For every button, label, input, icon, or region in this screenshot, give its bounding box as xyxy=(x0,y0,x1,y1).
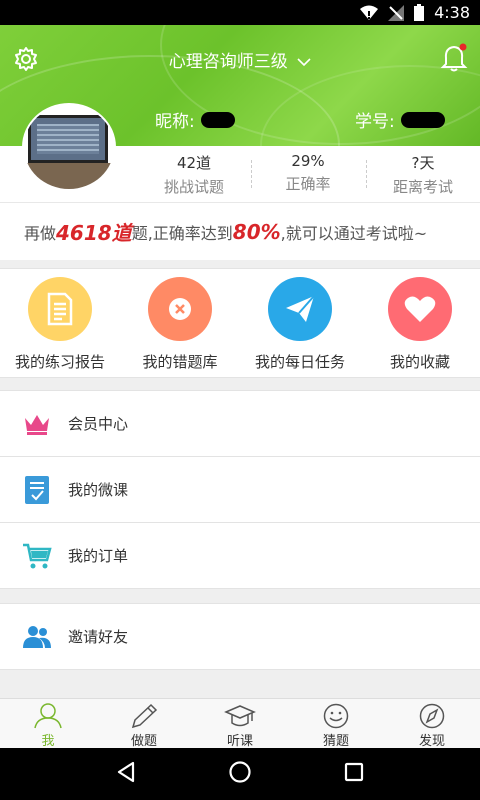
nickname-label: 昵称: xyxy=(155,112,195,132)
battery-icon xyxy=(414,4,425,21)
stat-value: 42道 xyxy=(176,154,212,172)
compass-icon xyxy=(384,703,480,729)
recents-icon[interactable] xyxy=(344,762,364,786)
tab-label: 听课 xyxy=(226,734,253,749)
crown-icon xyxy=(22,409,52,439)
student-id-redacted xyxy=(400,111,445,128)
bottom-tab-bar: 我 做题 听课 猜题 发现 xyxy=(0,698,480,749)
quick-actions: 我的练习报告 我的错题库 我的每日任务 我的收藏 xyxy=(0,268,480,378)
quick-action-label: 我的收藏 xyxy=(389,353,450,371)
course-selector[interactable]: 心理咨询师三级 xyxy=(0,47,480,72)
tab-label: 做题 xyxy=(130,734,157,749)
smile-icon xyxy=(288,703,384,729)
daily-task-button[interactable]: 我的每日任务 xyxy=(240,277,360,372)
status-time: 4:38 xyxy=(434,3,470,22)
wrong-icon xyxy=(148,277,212,341)
tab-label: 猜题 xyxy=(322,734,349,749)
goal-count: 4618道 xyxy=(56,221,132,245)
stat-value: 29% xyxy=(291,152,325,170)
quick-action-label: 我的练习报告 xyxy=(14,353,105,371)
wifi-icon xyxy=(360,5,379,21)
favorites-button[interactable]: 我的收藏 xyxy=(360,277,480,372)
menu-item-orders[interactable]: 我的订单 xyxy=(0,523,480,589)
wrong-questions-button[interactable]: 我的错题库 xyxy=(120,277,240,372)
practice-report-button[interactable]: 我的练习报告 xyxy=(0,277,120,372)
tab-guess[interactable]: 猜题 xyxy=(288,699,384,749)
nickname-redacted xyxy=(200,111,235,128)
tab-label: 我 xyxy=(41,734,55,749)
menu-item-invite-friends[interactable]: 邀请好友 xyxy=(0,604,480,670)
tab-practice[interactable]: 做题 xyxy=(96,699,192,749)
menu-label: 我的订单 xyxy=(68,547,129,565)
stat-label: 挑战试题 xyxy=(163,178,224,196)
back-icon[interactable] xyxy=(116,761,136,787)
student-id: 学号: xyxy=(355,107,445,132)
notification-bell-icon[interactable] xyxy=(440,43,468,73)
goal-middle: 题,正确率达到 xyxy=(131,223,233,243)
menu-label: 会员中心 xyxy=(68,415,129,433)
menu-group-main: 会员中心 我的微课 我的订单 xyxy=(0,390,480,589)
course-title: 心理咨询师三级 xyxy=(168,52,288,72)
person-icon xyxy=(0,703,96,729)
stat-value: ?天 xyxy=(411,154,435,172)
graduation-cap-icon xyxy=(192,703,288,729)
stat-accuracy: 29% 正确率 xyxy=(253,152,363,194)
system-nav-bar xyxy=(0,748,480,800)
menu-group-invite: 邀请好友 xyxy=(0,603,480,670)
student-id-label: 学号: xyxy=(355,112,395,132)
pen-icon xyxy=(96,703,192,729)
stat-label: 距离考试 xyxy=(392,178,453,196)
cart-icon xyxy=(22,541,52,571)
nickname: 昵称: xyxy=(155,107,235,132)
checklist-icon xyxy=(22,475,52,505)
stat-label: 正确率 xyxy=(285,175,331,193)
goal-suffix: ,就可以通过考试啦~ xyxy=(280,223,428,243)
avatar[interactable] xyxy=(22,103,116,191)
tab-discover[interactable]: 发现 xyxy=(384,699,480,749)
tab-lectures[interactable]: 听课 xyxy=(192,699,288,749)
status-bar: 4:38 xyxy=(0,0,480,25)
paper-plane-icon xyxy=(268,277,332,341)
friends-icon xyxy=(22,622,52,652)
tab-me[interactable]: 我 xyxy=(0,699,96,749)
goal-message: 再做 4618道 题,正确率达到 80% ,就可以通过考试啦~ xyxy=(0,202,480,260)
stat-days-to-exam: ?天 距离考试 xyxy=(368,152,478,197)
menu-item-micro-courses[interactable]: 我的微课 xyxy=(0,457,480,523)
goal-prefix: 再做 xyxy=(24,223,57,243)
stat-challenged: 42道 挑战试题 xyxy=(139,152,249,197)
menu-item-membership[interactable]: 会员中心 xyxy=(0,391,480,457)
heart-icon xyxy=(388,277,452,341)
goal-rate: 80% xyxy=(232,219,281,244)
tab-label: 发现 xyxy=(418,734,445,749)
menu-label: 我的微课 xyxy=(68,481,129,499)
home-icon[interactable] xyxy=(228,760,252,788)
menu-label: 邀请好友 xyxy=(68,628,129,646)
no-signal-icon xyxy=(388,4,405,21)
quick-action-label: 我的每日任务 xyxy=(254,353,345,371)
quick-action-label: 我的错题库 xyxy=(142,353,218,371)
chevron-down-icon xyxy=(297,52,311,72)
report-icon xyxy=(28,277,92,341)
